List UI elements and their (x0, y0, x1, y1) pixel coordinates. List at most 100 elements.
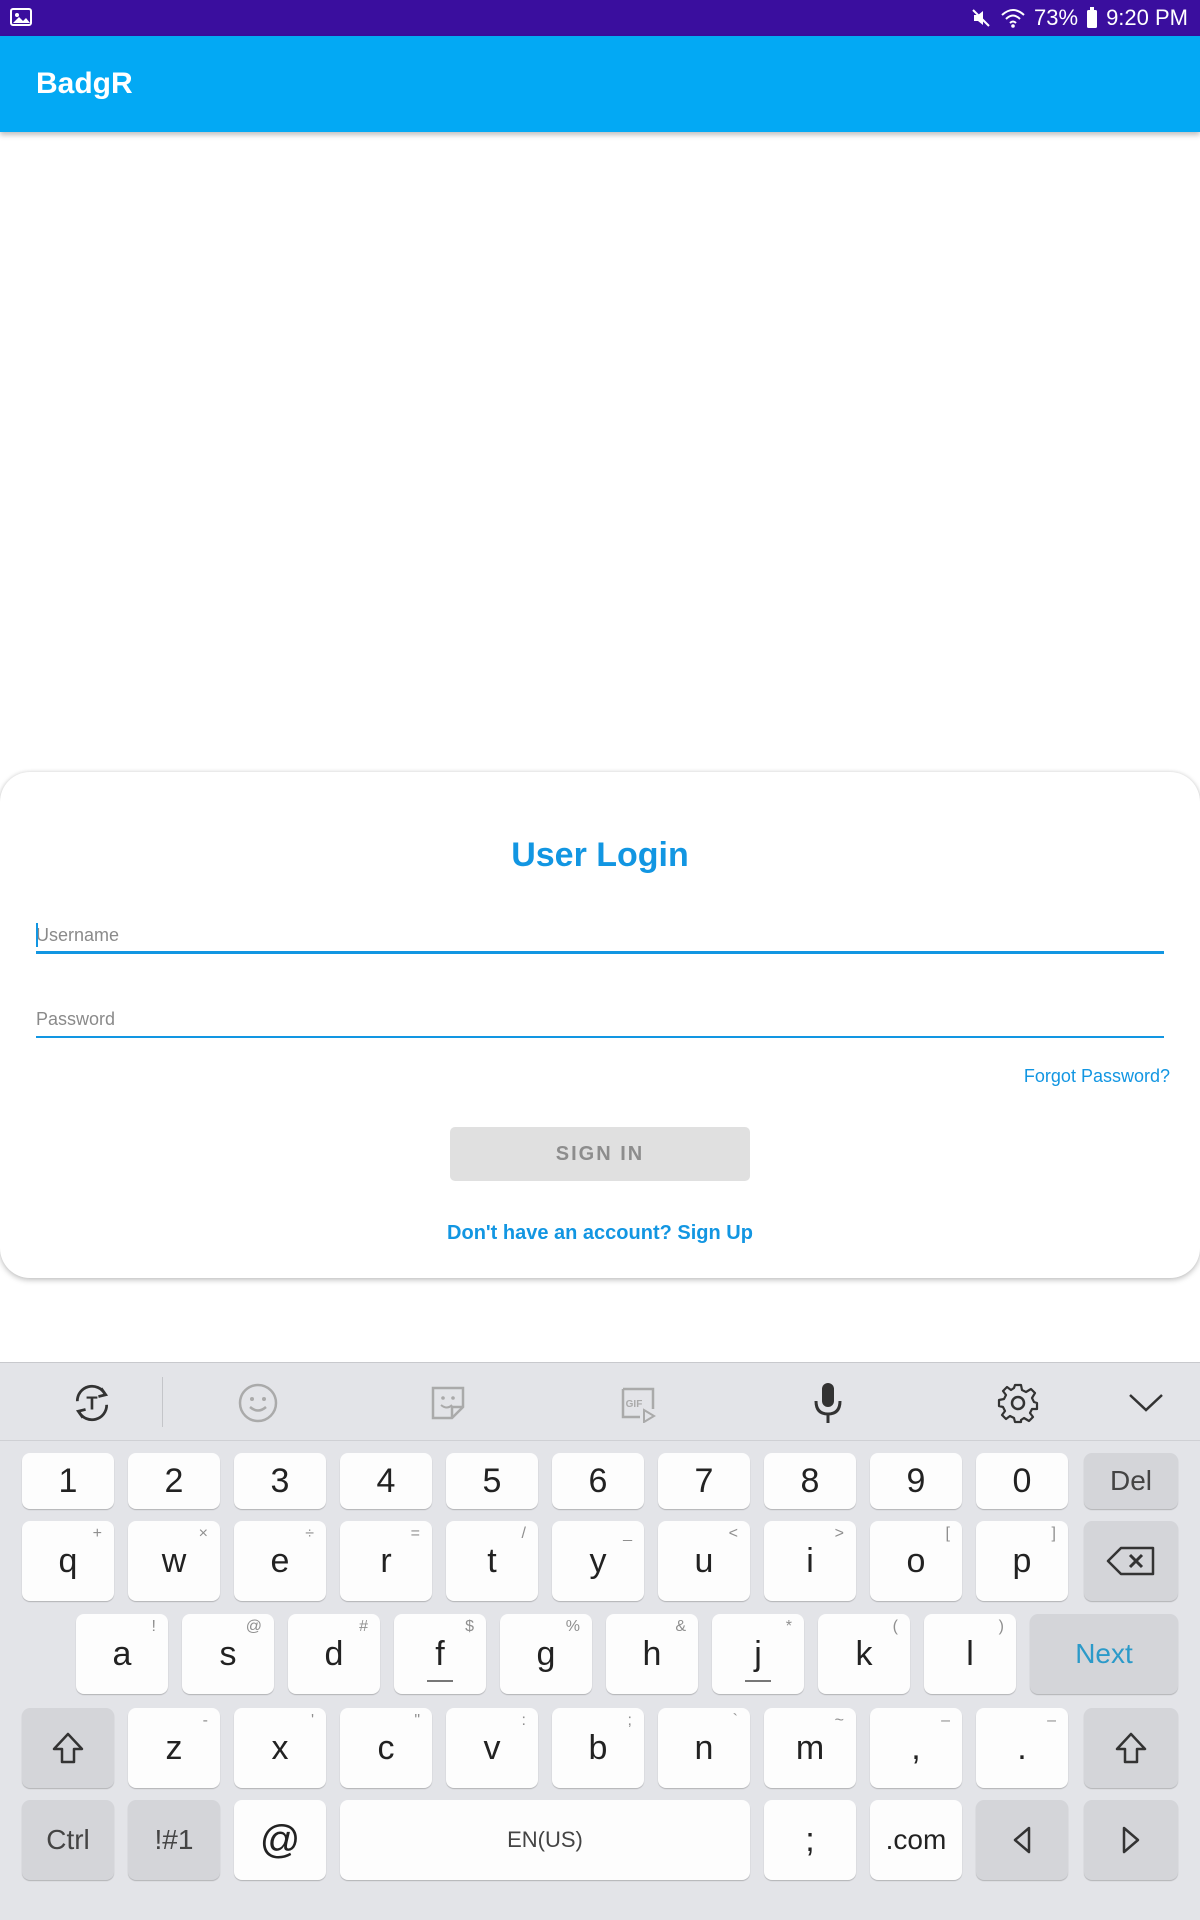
key-label: s (219, 1634, 237, 1673)
key-u[interactable]: u < (658, 1521, 750, 1601)
username-underline (36, 951, 1164, 954)
backspace-key[interactable] (1084, 1521, 1178, 1601)
home-row-marker (745, 1680, 771, 1682)
space-key[interactable]: EN(US) (340, 1800, 750, 1880)
key-hint: – (1047, 1712, 1056, 1729)
semicolon-key[interactable]: ; (764, 1800, 856, 1880)
keyboard-toolbar: T GIF (0, 1363, 1200, 1441)
key-o[interactable]: o[ (870, 1521, 962, 1601)
password-field[interactable]: Password (36, 992, 1164, 1038)
shift-icon (1115, 1732, 1147, 1764)
key-g[interactable]: g% (500, 1614, 592, 1694)
settings-gear-icon[interactable] (996, 1381, 1040, 1425)
key-label: w (161, 1541, 187, 1580)
key-label: h (642, 1634, 662, 1673)
key-n[interactable]: n ` (658, 1708, 750, 1788)
shift-right-key[interactable] (1084, 1708, 1178, 1788)
key-label: q (58, 1541, 78, 1580)
shift-left-key[interactable] (22, 1708, 114, 1788)
key-hint: ] (1051, 1525, 1056, 1542)
gif-icon[interactable]: GIF (616, 1381, 660, 1425)
symbols-key[interactable]: !#1 (128, 1800, 220, 1880)
sticker-icon[interactable] (426, 1381, 470, 1425)
image-icon (10, 8, 32, 26)
username-placeholder: Username (36, 925, 120, 945)
battery-percent: 73% (1034, 5, 1079, 30)
clock: 9:20 PM (1106, 5, 1188, 30)
key-label: c (377, 1728, 395, 1767)
username-field[interactable]: Username (36, 908, 1164, 954)
key-k[interactable]: k( (818, 1614, 910, 1694)
delete-key[interactable]: Del (1084, 1453, 1178, 1509)
dotcom-key[interactable]: .com (870, 1800, 962, 1880)
key-9[interactable]: 9 (870, 1453, 962, 1509)
key-e[interactable]: e ÷ (234, 1521, 326, 1601)
arrow-left-icon (1013, 1826, 1031, 1854)
password-underline (36, 1036, 1164, 1038)
key-m[interactable]: m ~ (764, 1708, 856, 1788)
key-4[interactable]: 4 (340, 1453, 432, 1509)
key-q[interactable]: q + (22, 1521, 114, 1601)
key-2[interactable]: 2 (128, 1453, 220, 1509)
key-8[interactable]: 8 (764, 1453, 856, 1509)
wifi-icon (1001, 9, 1025, 28)
key-hint: & (675, 1618, 686, 1635)
key-5[interactable]: 5 (446, 1453, 538, 1509)
sign-up-link[interactable]: Don't have an account? Sign Up (0, 1222, 1200, 1245)
home-row-marker (427, 1680, 453, 1682)
key-h[interactable]: h & (606, 1614, 698, 1694)
key-6[interactable]: 6 (552, 1453, 644, 1509)
at-key[interactable]: @ (234, 1800, 326, 1880)
key-comma[interactable]: , – (870, 1708, 962, 1788)
sign-in-button[interactable]: SIGN IN (450, 1127, 750, 1181)
cursor-right-key[interactable] (1084, 1800, 1178, 1880)
key-v[interactable]: v: (446, 1708, 538, 1788)
key-hint: * (785, 1618, 792, 1635)
microphone-icon[interactable] (806, 1381, 850, 1425)
key-period[interactable]: . – (976, 1708, 1068, 1788)
key-f[interactable]: f $ (394, 1614, 486, 1694)
key-hint: > (834, 1525, 844, 1542)
key-hint: : (521, 1712, 526, 1729)
key-s[interactable]: s @ (182, 1614, 274, 1694)
key-r[interactable]: r = (340, 1521, 432, 1601)
collapse-keyboard-icon[interactable] (1124, 1381, 1168, 1425)
key-j[interactable]: j * (712, 1614, 804, 1694)
key-hint: ~ (834, 1712, 844, 1729)
next-key[interactable]: Next (1030, 1614, 1178, 1694)
key-x[interactable]: x ' (234, 1708, 326, 1788)
key-label: . (1017, 1728, 1027, 1767)
shift-icon (52, 1732, 84, 1764)
app-title: BadgR (36, 67, 133, 100)
key-z[interactable]: z- (128, 1708, 220, 1788)
key-hint: < (728, 1525, 738, 1542)
key-c[interactable]: c " (340, 1708, 432, 1788)
key-hint: @ (245, 1618, 262, 1635)
login-title: User Login (511, 836, 689, 874)
translate-icon[interactable]: T (70, 1381, 114, 1425)
key-1[interactable]: 1 (22, 1453, 114, 1509)
password-placeholder: Password (36, 1009, 116, 1029)
key-3[interactable]: 3 (234, 1453, 326, 1509)
key-a[interactable]: a! (76, 1614, 168, 1694)
emoji-icon[interactable] (236, 1381, 280, 1425)
key-hint: # (359, 1618, 368, 1635)
ctrl-key[interactable]: Ctrl (22, 1800, 114, 1880)
key-7[interactable]: 7 (658, 1453, 750, 1509)
key-label: y (589, 1541, 607, 1580)
key-d[interactable]: d # (288, 1614, 380, 1694)
key-p[interactable]: p] (976, 1521, 1068, 1601)
cursor-left-key[interactable] (976, 1800, 1068, 1880)
key-i[interactable]: i > (764, 1521, 856, 1601)
key-label: , (911, 1728, 921, 1767)
key-w[interactable]: w × (128, 1521, 220, 1601)
key-y[interactable]: y _ (552, 1521, 644, 1601)
key-b[interactable]: b; (552, 1708, 644, 1788)
key-hint: – (941, 1712, 950, 1729)
key-t[interactable]: t / (446, 1521, 538, 1601)
key-hint: % (565, 1618, 580, 1635)
key-0[interactable]: 0 (976, 1453, 1068, 1509)
key-l[interactable]: l) (924, 1614, 1016, 1694)
key-label: k (855, 1634, 873, 1673)
forgot-password-link[interactable]: Forgot Password? (1024, 1066, 1170, 1087)
